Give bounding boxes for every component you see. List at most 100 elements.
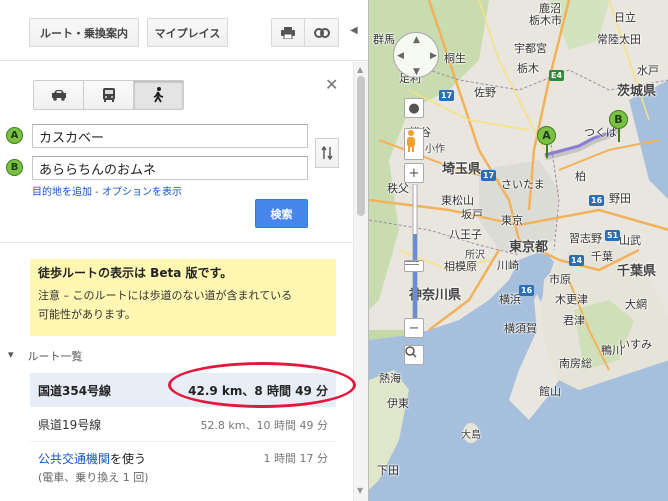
map-label: 常陸太田 (597, 33, 641, 46)
divider (0, 242, 353, 243)
travel-mode-selector (33, 80, 184, 110)
road-shield: 16 (519, 285, 535, 296)
link-button[interactable] (304, 18, 339, 47)
beta-notice-line2: 可能性があります。 (38, 308, 136, 321)
transit-link-suffix: を使う (110, 452, 147, 466)
zoom-area-icon[interactable] (404, 345, 424, 365)
route-pin-b[interactable]: B (609, 110, 628, 129)
map-label: 茨城県 (617, 84, 657, 99)
show-options-link[interactable]: オプションを表示 (102, 187, 182, 198)
map-label: 東京都 (509, 240, 549, 255)
transit-link[interactable]: 公共交通機関 (38, 452, 110, 466)
transit-text: 公共交通機関を使う (38, 450, 146, 467)
map-label: 木更津 (555, 293, 588, 306)
toolbar: ルート・乗換案内 マイプレイス ◀ (0, 0, 368, 61)
search-button[interactable]: 検索 (255, 199, 308, 228)
pan-right-icon[interactable]: ▶ (430, 51, 437, 61)
map-label: 野田 (609, 192, 631, 205)
zoom-out-button[interactable]: − (404, 318, 424, 338)
transit-details: (電車、乗り換え 1 回) (38, 471, 149, 484)
swap-icon (321, 146, 333, 160)
map-label: 東京 (501, 214, 523, 227)
map-label: 群馬 (373, 33, 395, 46)
print-button[interactable] (271, 18, 305, 47)
waypoint-b-marker: B (6, 159, 23, 176)
destination-links: 目的地を追加 - オプションを表示 (32, 183, 182, 198)
map-label: 佐野 (474, 86, 496, 99)
map-label: 所沢 (465, 250, 485, 261)
map-label: 埼玉県 (442, 162, 482, 177)
pan-control[interactable]: ▲ ▼ ◀ ▶ (393, 32, 439, 78)
map-label: 下田 (377, 464, 399, 477)
route-name: 国道354号線 (38, 383, 112, 398)
map-label: 熱海 (379, 372, 401, 385)
map-label: 鹿沼 (539, 2, 561, 15)
mode-car-button[interactable] (34, 81, 84, 109)
beta-notice-title: 徒歩ルートの表示は Beta 版です。 (38, 266, 233, 280)
map-label: 日立 (614, 11, 636, 24)
route-name: 県道19号線 (38, 418, 102, 432)
map-label: 鴨川 (601, 344, 623, 357)
route-pin-a[interactable]: A (537, 126, 556, 145)
map-label: 八王子 (449, 228, 482, 241)
road-shield: 51 (605, 230, 621, 241)
map-label: 千葉県 (617, 264, 657, 279)
road-shield: 17 (439, 90, 455, 101)
map-label: 伊東 (387, 397, 409, 410)
map-view[interactable]: 群馬 栃木市 鹿沼 常陸太田 日立 桐生 宇都宮 足利 栃木 佐野 水戸 茨城県… (368, 0, 668, 501)
map-label: 大島 (461, 430, 481, 441)
walking-icon (153, 87, 163, 103)
map-label: 南房総 (559, 357, 592, 370)
waypoint-a-marker: A (6, 127, 23, 144)
mode-walking-button[interactable] (134, 81, 183, 109)
left-panel: ルート・乗換案内 マイプレイス ◀ ▲ ▼ ✕ A カスカベー B あららちんの… (0, 0, 368, 501)
beta-notice-line1: 注意 – このルートには歩道のない道が含まれている (38, 289, 293, 302)
road-shield: 16 (589, 195, 605, 206)
map-label: 館山 (539, 385, 561, 398)
swap-waypoints-button[interactable] (315, 138, 339, 168)
route-button[interactable]: ルート・乗換案内 (29, 18, 139, 47)
map-label: 横須賀 (504, 322, 537, 335)
beta-notice: 徒歩ルートの表示は Beta 版です。 注意 – このルートには歩道のない道が含… (30, 259, 336, 336)
link-separator: - (92, 187, 102, 198)
add-destination-link[interactable]: 目的地を追加 (32, 187, 92, 198)
pan-left-icon[interactable]: ◀ (397, 51, 404, 61)
route-option[interactable]: 県道19号線 52.8 km、10 時間 49 分 (30, 408, 336, 442)
bus-icon (102, 88, 115, 102)
map-label: 坂戸 (461, 208, 483, 221)
map-label: 栃木 (517, 62, 539, 75)
panel-scrollbar[interactable]: ▲ ▼ (353, 62, 368, 501)
pan-up-icon[interactable]: ▲ (413, 35, 420, 45)
myplaces-button[interactable]: マイプレイス (147, 18, 228, 47)
destination-input[interactable] (32, 156, 308, 180)
scroll-down-icon[interactable]: ▼ (357, 486, 363, 495)
printer-icon (281, 26, 295, 39)
map-label: 桐生 (444, 52, 466, 65)
scroll-thumb[interactable] (357, 76, 365, 216)
route-list-label: ルート一覧 (27, 350, 83, 363)
close-icon[interactable]: ✕ (325, 75, 338, 94)
map-label: 大網 (625, 298, 647, 311)
map-label: 横浜 (499, 293, 521, 306)
map-label: 小作 (425, 144, 445, 155)
scroll-up-icon[interactable]: ▲ (357, 65, 363, 74)
map-label: 宇都宮 (514, 42, 547, 55)
route-list-header[interactable]: ▾ ルート一覧 (8, 348, 83, 364)
highlight-oval-annotation (168, 362, 356, 408)
map-label: 君津 (563, 314, 585, 327)
pan-down-icon[interactable]: ▼ (413, 67, 420, 77)
map-label: 川崎 (497, 259, 519, 272)
map-label: さいたま (501, 178, 545, 191)
road-shield: 14 (569, 255, 585, 266)
transit-time: 1 時間 17 分 (263, 452, 329, 465)
map-label: 柏 (575, 170, 586, 183)
road-shield: 17 (481, 170, 497, 181)
map-label: 水戸 (637, 64, 659, 77)
mode-transit-button[interactable] (84, 81, 134, 109)
collapse-panel-icon[interactable]: ◀ (350, 25, 358, 36)
start-input[interactable] (32, 124, 308, 148)
map-label: 習志野 (569, 232, 602, 245)
transit-option: 公共交通機関を使う 1 時間 17 分 (電車、乗り換え 1 回) (30, 450, 336, 485)
zoom-slider-handle[interactable] (404, 260, 424, 272)
car-icon (51, 90, 66, 101)
